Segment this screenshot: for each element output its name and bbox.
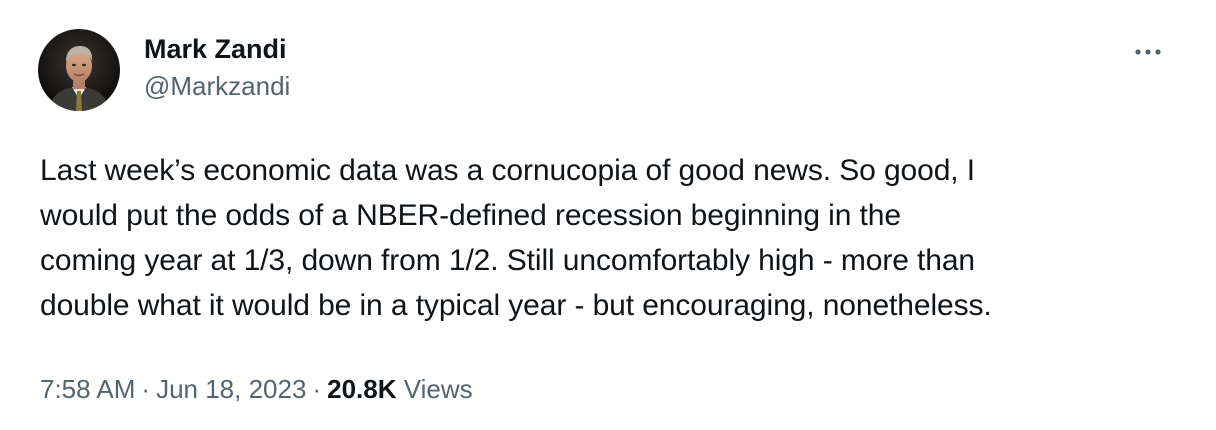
meta-separator: · (312, 374, 322, 404)
tweet-date[interactable]: Jun 18, 2023 (156, 374, 306, 404)
tweet-text-line: coming year at 1/3, down from 1/2. Still… (40, 244, 976, 277)
tweet-meta: 7:58 AM · Jun 18, 2023 · 20.8K Views (40, 370, 473, 408)
tweet-time[interactable]: 7:58 AM (40, 374, 135, 404)
avatar-image (38, 29, 120, 111)
views-label: Views (403, 374, 473, 404)
user-block: Mark Zandi @Markzandi (144, 30, 290, 104)
more-options-button[interactable] (1128, 34, 1168, 70)
author-handle[interactable]: @Markzandi (144, 68, 290, 104)
tweet-card: Mark Zandi @Markzandi Last week’s econom… (0, 0, 1216, 430)
avatar[interactable] (38, 29, 120, 111)
author-name[interactable]: Mark Zandi (144, 30, 290, 68)
tweet-header: Mark Zandi @Markzandi (38, 28, 290, 112)
views-count[interactable]: 20.8K (327, 374, 396, 404)
tweet-text-line: Last week’s economic data was a cornucop… (40, 154, 975, 187)
tweet-text-line: would put the odds of a NBER-defined rec… (40, 199, 901, 232)
ellipsis-icon (1135, 49, 1161, 55)
meta-separator: · (141, 374, 151, 404)
tweet-text-line: double what it would be in a typical yea… (40, 289, 992, 322)
tweet-text: Last week’s economic data was a cornucop… (40, 148, 1190, 328)
